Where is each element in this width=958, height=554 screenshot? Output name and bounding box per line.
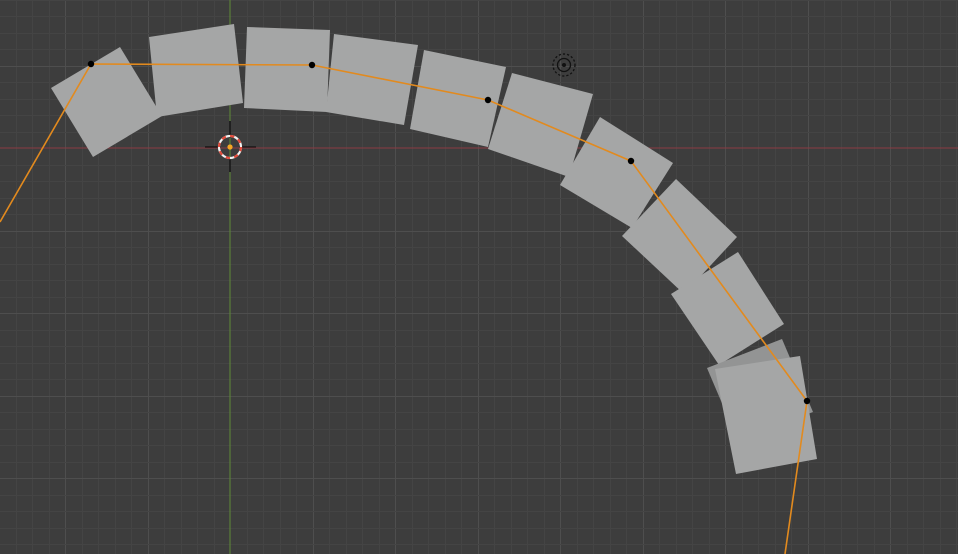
- curve-control-point[interactable]: [803, 397, 811, 405]
- origin-dot: [227, 144, 233, 150]
- mesh-segment[interactable]: [149, 24, 243, 117]
- curve-control-point[interactable]: [308, 61, 316, 69]
- mesh-segment[interactable]: [326, 34, 418, 125]
- mesh-segment[interactable]: [244, 27, 330, 112]
- curve-control-point[interactable]: [484, 96, 492, 104]
- viewport-canvas[interactable]: [0, 0, 958, 554]
- curve-control-point[interactable]: [87, 60, 95, 68]
- curve-control-point[interactable]: [627, 157, 635, 165]
- 3d-viewport[interactable]: [0, 0, 958, 554]
